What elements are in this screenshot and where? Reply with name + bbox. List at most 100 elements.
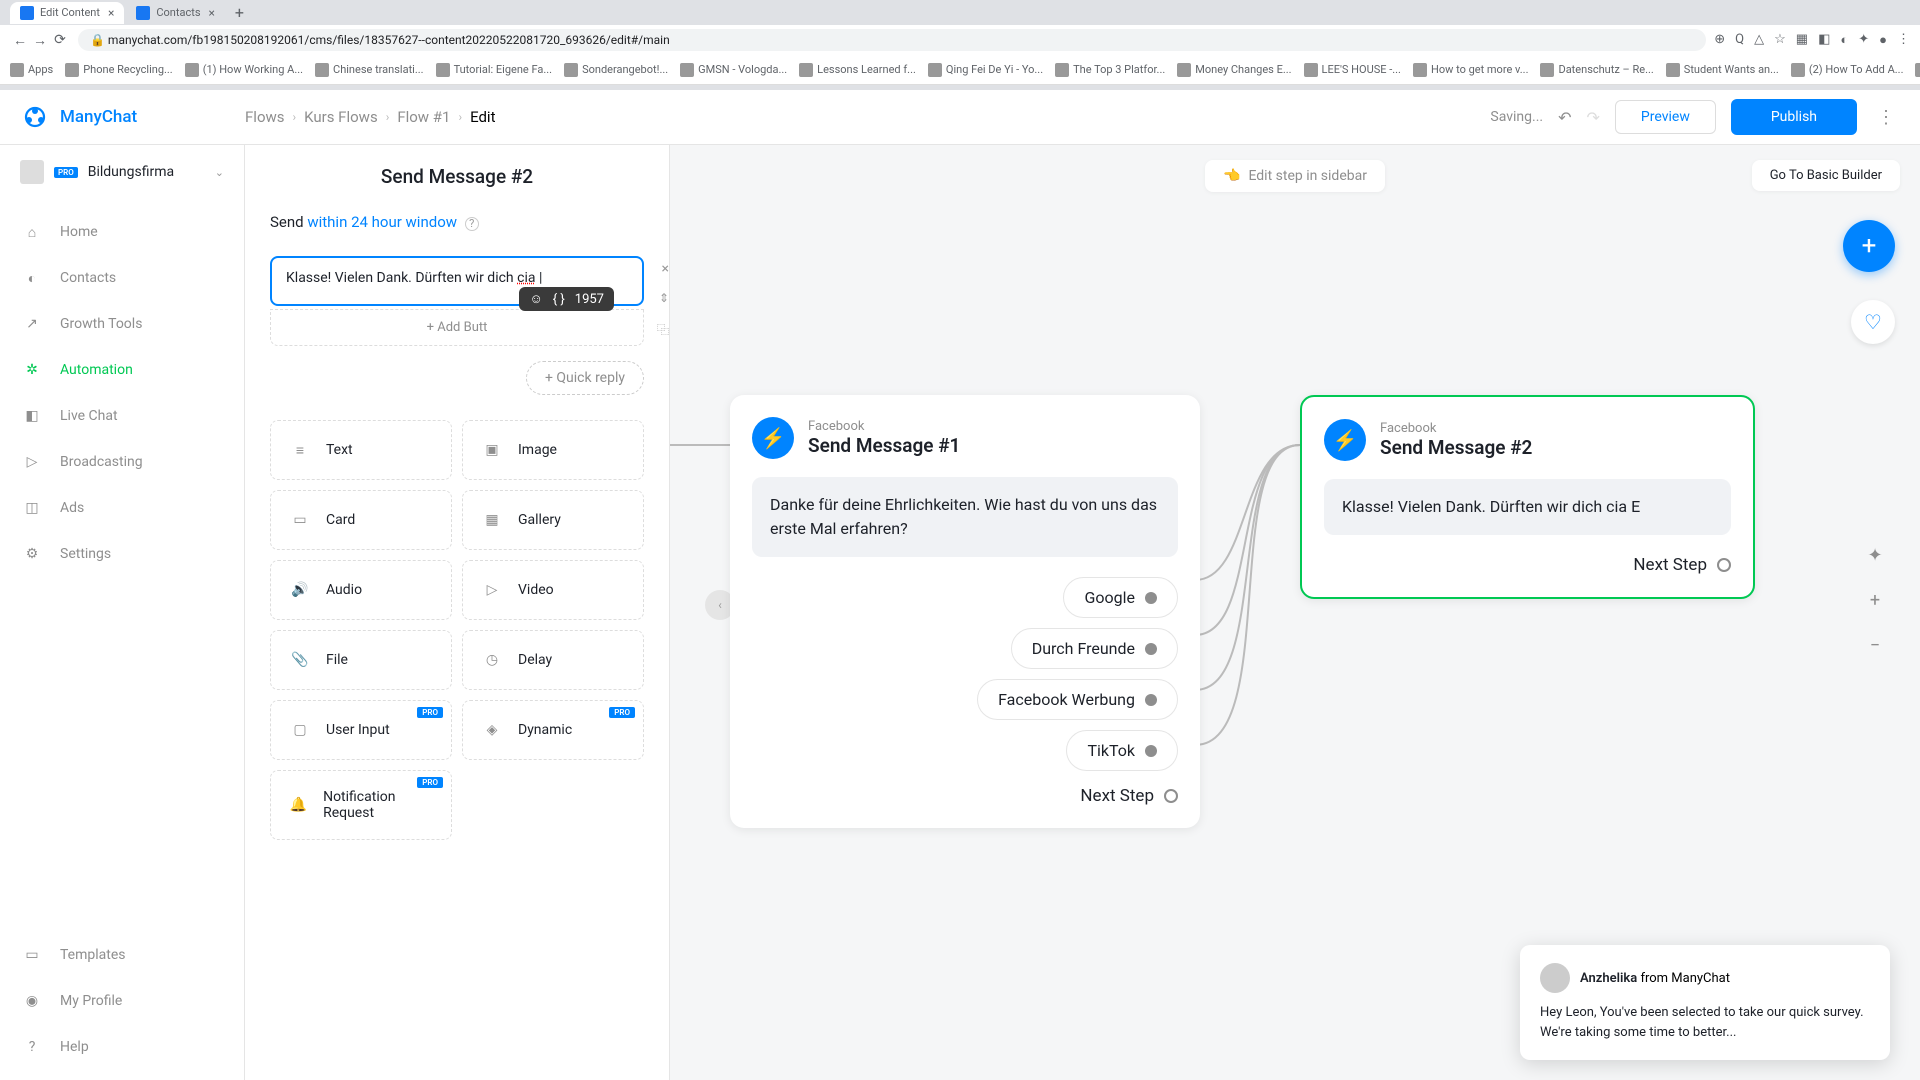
bookmark[interactable]: Chinese translati... [315, 63, 424, 77]
back-button[interactable]: ← [10, 32, 30, 49]
bookmark[interactable]: Phone Recycling... [65, 63, 172, 77]
quick-reply-button[interactable]: + Quick reply [526, 361, 644, 395]
flow-node-1[interactable]: ⚡ Facebook Send Message #1 Danke für dei… [730, 395, 1200, 828]
bookmark[interactable]: GMSN - Vologda... [680, 63, 787, 77]
basic-builder-button[interactable]: Go To Basic Builder [1752, 160, 1900, 191]
ext-icon[interactable]: ▦ [1796, 32, 1808, 48]
connector-circle[interactable] [1164, 789, 1178, 803]
zoom-out-button[interactable]: − [1860, 630, 1890, 660]
ext-icon[interactable]: ◧ [1818, 32, 1830, 48]
bookmark[interactable]: LEE'S HOUSE -... [1304, 63, 1401, 77]
bookmark[interactable]: Datenschutz – Re... [1540, 63, 1653, 77]
add-button[interactable]: + Add Butt [270, 309, 644, 346]
sidebar-item-help[interactable]: ?Help [0, 1024, 244, 1070]
close-icon[interactable]: × [209, 6, 215, 20]
block-dynamic[interactable]: ◈DynamicPRO [462, 700, 644, 760]
emoji-button[interactable]: ☺ [529, 291, 542, 307]
edit-in-sidebar-button[interactable]: 👈 Edit step in sidebar [1205, 160, 1385, 192]
crumb-flow1[interactable]: Flow #1 [397, 108, 450, 126]
sidebar-item-ads[interactable]: ◫Ads [0, 485, 244, 531]
star-icon[interactable]: ☆ [1774, 32, 1786, 48]
bookmark[interactable]: Money Changes E... [1177, 63, 1291, 77]
preview-button[interactable]: Preview [1615, 100, 1716, 134]
reply-google[interactable]: Google [1063, 577, 1178, 618]
share-icon[interactable]: △ [1754, 32, 1764, 48]
bookmark[interactable]: Download - Cooki... [1915, 63, 1920, 77]
ext-icon[interactable]: ◐ [1840, 32, 1848, 48]
menu-icon[interactable]: ⋮ [1897, 32, 1910, 48]
more-menu-button[interactable]: ⋮ [1872, 107, 1900, 128]
block-card[interactable]: ▭Card [270, 490, 452, 550]
block-notification[interactable]: 🔔Notification RequestPRO [270, 770, 452, 840]
browser-tab[interactable]: Contacts × [126, 2, 225, 24]
next-step[interactable]: Next Step [1324, 555, 1731, 575]
auto-arrange-button[interactable]: ✦ [1860, 540, 1890, 570]
sidebar-item-templates[interactable]: ▭Templates [0, 932, 244, 978]
new-tab-button[interactable]: + [235, 3, 244, 22]
browser-tab-active[interactable]: Edit Content × [10, 2, 124, 24]
resize-handle[interactable]: ⇕ [659, 291, 669, 305]
bookmark[interactable]: (1) How Working A... [185, 63, 303, 77]
reply-fbwerbung[interactable]: Facebook Werbung [977, 679, 1178, 720]
send-window-link[interactable]: within 24 hour window [307, 213, 457, 231]
bookmark[interactable]: The Top 3 Platfor... [1055, 63, 1165, 77]
url-input[interactable]: 🔒 manychat.com/fb198150208192061/cms/fil… [78, 29, 1706, 51]
connector-dot[interactable] [1145, 694, 1157, 706]
connector-dot[interactable] [1145, 643, 1157, 655]
sidebar-item-growth[interactable]: ↗Growth Tools [0, 301, 244, 347]
flow-canvas[interactable]: 👈 Edit step in sidebar Go To Basic Build… [670, 145, 1920, 1080]
reload-button[interactable]: ⟳ [50, 32, 70, 48]
sidebar-item-home[interactable]: ⌂Home [0, 209, 244, 255]
bookmark[interactable]: Student Wants an... [1666, 63, 1779, 77]
block-text[interactable]: ≡Text [270, 420, 452, 480]
sidebar-item-settings[interactable]: ⚙Settings [0, 531, 244, 577]
translate-icon[interactable]: ⊕ [1714, 32, 1725, 48]
sidebar-item-broadcasting[interactable]: ▷Broadcasting [0, 439, 244, 485]
connector-dot[interactable] [1145, 592, 1157, 604]
favorites-button[interactable]: ♡ [1851, 300, 1895, 344]
forward-button[interactable]: → [30, 32, 50, 49]
connector-dot[interactable] [1145, 745, 1157, 757]
connector-circle[interactable] [1717, 558, 1731, 572]
zoom-icon[interactable]: Q [1735, 32, 1744, 48]
logo[interactable]: ManyChat [20, 102, 245, 132]
bookmark[interactable]: How to get more v... [1413, 63, 1529, 77]
puzzle-icon[interactable]: ✦ [1858, 32, 1869, 48]
sidebar-item-automation[interactable]: ✲Automation [0, 347, 244, 393]
delete-block-button[interactable]: × [662, 261, 669, 277]
bookmark[interactable]: Qing Fei De Yi - Yo... [928, 63, 1043, 77]
account-selector[interactable]: PRO Bildungsfirma ⌄ [0, 145, 244, 199]
bookmark[interactable]: (2) How To Add A... [1791, 63, 1904, 77]
flow-node-2[interactable]: ⚡ Facebook Send Message #2 Klasse! Viele… [1300, 395, 1755, 599]
avatar-icon[interactable]: ● [1879, 32, 1887, 48]
pro-badge: PRO [54, 167, 78, 178]
undo-button[interactable]: ↶ [1558, 108, 1571, 127]
add-step-button[interactable]: + [1843, 220, 1895, 272]
crumb-flows[interactable]: Flows [245, 108, 285, 126]
bookmark[interactable]: Sonderangebot!... [564, 63, 668, 77]
sidebar-item-livechat[interactable]: ◧Live Chat [0, 393, 244, 439]
next-step[interactable]: Next Step [752, 786, 1178, 806]
bookmark[interactable]: Lessons Learned f... [799, 63, 916, 77]
crumb-kurs[interactable]: Kurs Flows [304, 108, 378, 126]
block-userinput[interactable]: ▢User InputPRO [270, 700, 452, 760]
close-icon[interactable]: × [108, 6, 114, 20]
sidebar-item-contacts[interactable]: ◐Contacts [0, 255, 244, 301]
bookmark[interactable]: Apps [10, 63, 53, 77]
copy-button[interactable]: ⿻ [657, 321, 669, 338]
block-file[interactable]: 📎File [270, 630, 452, 690]
reply-freunde[interactable]: Durch Freunde [1011, 628, 1178, 669]
block-audio[interactable]: 🔊Audio [270, 560, 452, 620]
info-icon[interactable]: ? [465, 217, 479, 231]
block-image[interactable]: ▣Image [462, 420, 644, 480]
variable-button[interactable]: { } [553, 292, 565, 307]
reply-tiktok[interactable]: TikTok [1066, 730, 1178, 771]
block-gallery[interactable]: ▦Gallery [462, 490, 644, 550]
sidebar-item-profile[interactable]: ◉My Profile [0, 978, 244, 1024]
publish-button[interactable]: Publish [1731, 99, 1857, 135]
bookmark[interactable]: Tutorial: Eigene Fa... [436, 63, 553, 77]
block-video[interactable]: ▷Video [462, 560, 644, 620]
chat-widget[interactable]: Anzhelika from ManyChat Hey Leon, You've… [1520, 945, 1890, 1060]
block-delay[interactable]: ◷Delay [462, 630, 644, 690]
zoom-in-button[interactable]: + [1860, 585, 1890, 615]
